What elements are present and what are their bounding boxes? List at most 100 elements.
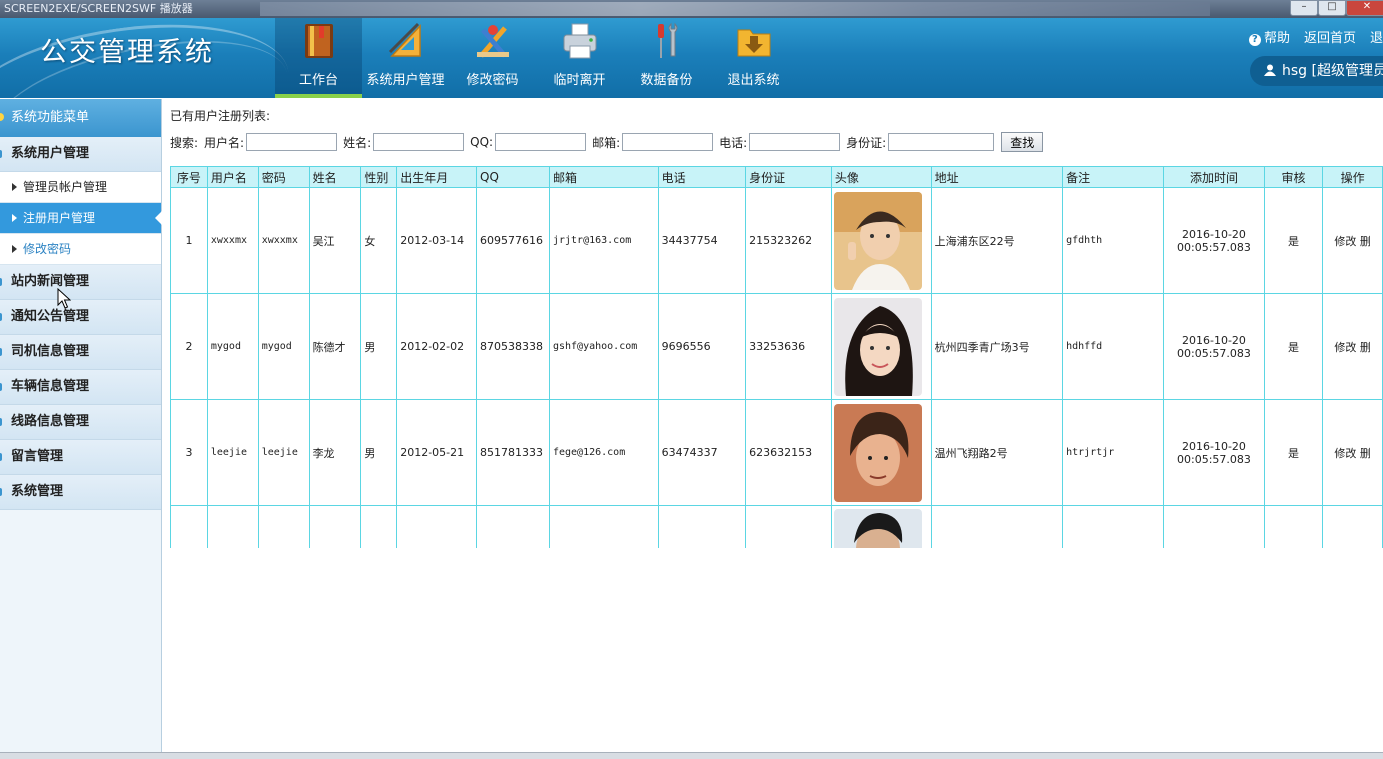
- nav-data-backup[interactable]: 数据备份: [623, 18, 710, 98]
- search-bar: 搜索: 用户名: 姓名: QQ: 邮箱: 电话: 身份证: 查找: [170, 132, 1044, 152]
- col-header: QQ: [476, 166, 550, 188]
- cell-address: 上海浦东区22号: [930, 187, 1064, 294]
- main-nav: 工作台 系统用户管理 修改密码 临时离开 数据备份 退出系统: [275, 18, 797, 98]
- sidebar-group-messages[interactable]: 留言管理: [0, 440, 161, 475]
- cell-username: leejie: [206, 399, 259, 506]
- cell-idcard: 623632153: [745, 399, 832, 506]
- logout-link[interactable]: 退: [1370, 27, 1383, 46]
- email-label: 邮箱:: [592, 135, 621, 150]
- screwdriver-icon: [658, 22, 678, 58]
- cell-qq: 870538338: [476, 293, 550, 400]
- cell-added-time: 2016-10-20 00:05:57.083: [1163, 399, 1265, 506]
- col-header: 出生年月: [396, 166, 478, 188]
- table-row: [170, 505, 1383, 548]
- nav-exit-system[interactable]: 退出系统: [710, 18, 797, 98]
- cell-added-time: 2016-10-20 00:05:57.083: [1163, 187, 1265, 294]
- sidebar-group-notices[interactable]: 通知公告管理: [0, 300, 161, 335]
- cell-ops[interactable]: 修改 删: [1322, 187, 1383, 294]
- avatar-photo-icon: [833, 403, 922, 502]
- col-header: 姓名: [308, 166, 362, 188]
- cell-ops: [1322, 505, 1383, 548]
- cell-email: fege@126.com: [548, 399, 659, 506]
- cell-no: 3: [170, 399, 208, 506]
- search-prefix-label: 搜索:: [170, 135, 199, 150]
- cell-address: [930, 505, 1064, 548]
- idcard-search-input[interactable]: [888, 133, 995, 151]
- folder-icon: [737, 29, 771, 57]
- phone-label: 电话:: [719, 135, 748, 150]
- cell-idcard: [745, 505, 832, 548]
- col-header: 头像: [830, 166, 932, 188]
- name-label: 姓名:: [343, 135, 372, 150]
- cell-no: [170, 505, 208, 548]
- col-header: 添加时间: [1163, 166, 1265, 188]
- cell-birth: [396, 505, 478, 548]
- cell-qq: 851781333: [476, 399, 550, 506]
- home-link[interactable]: 返回首页: [1304, 27, 1356, 46]
- table-row: 2 mygod mygod 陈德才 男 2012-02-02 870538338…: [170, 293, 1383, 400]
- nav-workbench[interactable]: 工作台: [275, 18, 362, 98]
- users-table-wrap: 序号 用户名 密码 姓名 性别 出生年月 QQ 邮箱 电话 身份证 头像 地址 …: [170, 166, 1383, 548]
- cell-ops[interactable]: 修改 删: [1322, 399, 1383, 506]
- users-table: 序号 用户名 密码 姓名 性别 出生年月 QQ 邮箱 电话 身份证 头像 地址 …: [170, 166, 1383, 548]
- sidebar-item-label: 管理员帐户管理: [23, 180, 108, 194]
- name-search-input[interactable]: [373, 133, 465, 151]
- cell-password: mygod: [257, 293, 310, 400]
- cell-name: [308, 505, 362, 548]
- cell-gender: 女: [360, 187, 398, 294]
- avatar-photo-icon: [833, 297, 922, 396]
- cell-added-time: 2016-10-20 00:05:57.083: [1163, 293, 1265, 400]
- email-search-input[interactable]: [622, 133, 714, 151]
- cell-idcard: 215323262: [745, 187, 832, 294]
- main-content: 已有用户注册列表: 搜索: 用户名: 姓名: QQ: 邮箱: 电话: 身份证: …: [162, 99, 1383, 758]
- sidebar-group-system-users[interactable]: 系统用户管理: [0, 137, 161, 172]
- search-button[interactable]: 查找: [1001, 132, 1044, 152]
- book-icon: [305, 24, 333, 58]
- cell-email: [548, 505, 659, 548]
- minimize-button[interactable]: –: [1290, 0, 1318, 16]
- sidebar-item-admin-accounts[interactable]: 管理员帐户管理: [0, 172, 161, 203]
- cell-username: [206, 505, 259, 548]
- sidebar-item-change-password[interactable]: 修改密码: [0, 234, 161, 265]
- app-title: 公交管理系统: [40, 37, 214, 68]
- sidebar: 系统功能菜单 系统用户管理 管理员帐户管理 注册用户管理 修改密码 站内新闻管理…: [0, 99, 162, 758]
- qq-search-input[interactable]: [495, 133, 587, 151]
- col-header: 密码: [257, 166, 310, 188]
- cell-qq: [476, 505, 550, 548]
- cell-password: xwxxmx: [257, 187, 310, 294]
- sidebar-group-system[interactable]: 系统管理: [0, 475, 161, 510]
- user-label: hsg [超级管理员: [1282, 63, 1383, 79]
- sidebar-item-registered-users[interactable]: 注册用户管理: [0, 203, 162, 234]
- col-header: 操作: [1322, 166, 1383, 188]
- sidebar-group-drivers[interactable]: 司机信息管理: [0, 335, 161, 370]
- col-header: 邮箱: [548, 166, 659, 188]
- cell-email: gshf@yahoo.com: [548, 293, 659, 400]
- maximize-button[interactable]: □: [1318, 0, 1346, 16]
- cell-gender: [360, 505, 398, 548]
- cell-ops[interactable]: 修改 删: [1322, 293, 1383, 400]
- sidebar-group-news[interactable]: 站内新闻管理: [0, 265, 161, 300]
- added-date: 2016-10-20: [1181, 333, 1246, 347]
- nav-label: 数据备份: [640, 73, 693, 88]
- cell-phone: [657, 505, 747, 548]
- nav-temporary-leave[interactable]: 临时离开: [536, 18, 623, 98]
- username-search-input[interactable]: [246, 133, 338, 151]
- printer-icon: [563, 23, 597, 59]
- col-header: 身份证: [745, 166, 832, 188]
- cell-audit: [1263, 505, 1324, 548]
- sidebar-header-label: 系统功能菜单: [11, 110, 90, 125]
- help-link[interactable]: ? 帮助: [1248, 27, 1290, 46]
- nav-system-users[interactable]: 系统用户管理: [362, 18, 449, 98]
- cell-address: 温州飞翔路2号: [930, 399, 1064, 506]
- cell-note: gfdhth: [1062, 187, 1165, 294]
- nav-change-password[interactable]: 修改密码: [449, 18, 536, 98]
- phone-search-input[interactable]: [749, 133, 841, 151]
- cell-birth: 2012-02-02: [396, 293, 478, 400]
- close-button[interactable]: ✕: [1346, 0, 1383, 16]
- username-label: 用户名:: [204, 135, 245, 150]
- avatar-photo-icon: [833, 509, 922, 548]
- sidebar-group-vehicles[interactable]: 车辆信息管理: [0, 370, 161, 405]
- sidebar-group-routes[interactable]: 线路信息管理: [0, 405, 161, 440]
- col-header: 审核: [1263, 166, 1324, 188]
- cell-birth: 2012-05-21: [396, 399, 478, 506]
